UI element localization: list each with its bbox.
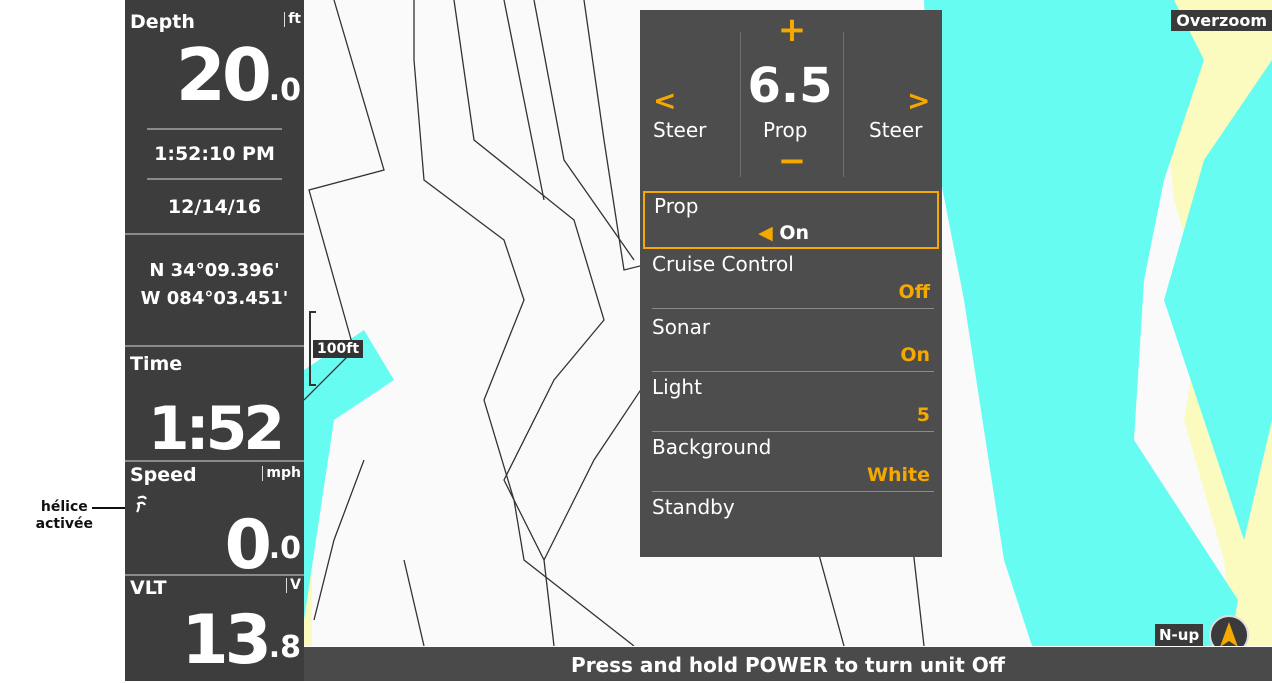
vlt-value: 13 (181, 601, 272, 680)
menu-item-label: Cruise Control (652, 252, 794, 276)
clock-readout: 1:52:10 PM (154, 143, 275, 165)
menu-item-label: Background (652, 435, 772, 459)
speed-label: Speed (130, 464, 197, 486)
callout-line1: hélice (40, 499, 88, 515)
menu-item-value: ◀ On (758, 222, 809, 244)
depth-value: 20 (175, 33, 272, 117)
prop-decrease-icon[interactable]: − (730, 144, 854, 178)
menu-item-label: Standby (652, 495, 735, 519)
menu-item-label: Light (652, 375, 702, 399)
overzoom-indicator: Overzoom (1171, 10, 1272, 31)
trolling-motor-menu: + 6.5 − < > Steer Prop Steer Prop ◀ On C… (640, 10, 942, 557)
longitude-readout: W 084°03.451' (140, 288, 289, 309)
menu-item-value: Off (898, 281, 930, 303)
callout-leader-line (92, 507, 126, 509)
depth-decimal: .0 (268, 73, 301, 108)
menu-item-cruise-control[interactable]: Cruise Control Off (643, 251, 939, 309)
menu-item-background[interactable]: Background White (643, 434, 939, 492)
vlt-label: VLT (130, 577, 167, 599)
steer-right-label[interactable]: Steer (869, 118, 922, 142)
menu-item-prop[interactable]: Prop ◀ On (643, 191, 939, 249)
date-readout: 12/14/16 (167, 196, 262, 218)
prop-active-icon (135, 494, 149, 518)
prop-label[interactable]: Prop (763, 118, 807, 142)
data-sidebar: Depth ft 20 .0 1:52:10 PM 12/14/16 N 34°… (125, 0, 304, 681)
menu-item-standby[interactable]: Standby (643, 494, 939, 552)
menu-item-light[interactable]: Light 5 (643, 374, 939, 432)
prop-increase-icon[interactable]: + (730, 10, 854, 50)
time-value: 1:52 (147, 394, 285, 464)
vlt-unit: V (286, 578, 301, 593)
menu-item-label: Sonar (652, 315, 711, 339)
steer-left-label[interactable]: Steer (653, 118, 706, 142)
latitude-readout: N 34°09.396' (149, 260, 280, 281)
steer-right-icon[interactable]: > (907, 84, 930, 117)
steer-left-icon[interactable]: < (653, 84, 676, 117)
time-label: Time (130, 353, 183, 375)
menu-item-label: Prop (654, 194, 699, 218)
selector-arrow-icon: ◀ (758, 222, 773, 244)
menu-item-value: On (900, 344, 930, 366)
prop-active-callout: hélice activée (36, 499, 93, 533)
speed-decimal: .0 (268, 531, 301, 566)
callout-line2: activée (35, 516, 93, 532)
menu-item-value: 5 (916, 404, 930, 426)
scale-label: 100ft (313, 340, 364, 358)
callout-area: hélice activée (0, 0, 126, 681)
speed-unit: mph (262, 466, 301, 481)
compass-icon[interactable] (1209, 615, 1249, 646)
prop-speed-value: 6.5 (747, 58, 833, 114)
depth-label: Depth (130, 11, 195, 33)
orientation-label[interactable]: N-up (1155, 624, 1204, 646)
menu-item-value: White (867, 464, 930, 486)
menu-item-sonar[interactable]: Sonar On (643, 314, 939, 372)
vlt-decimal: .8 (268, 630, 301, 665)
depth-unit: ft (284, 12, 301, 27)
status-bar: Press and hold POWER to turn unit Off (304, 647, 1272, 681)
